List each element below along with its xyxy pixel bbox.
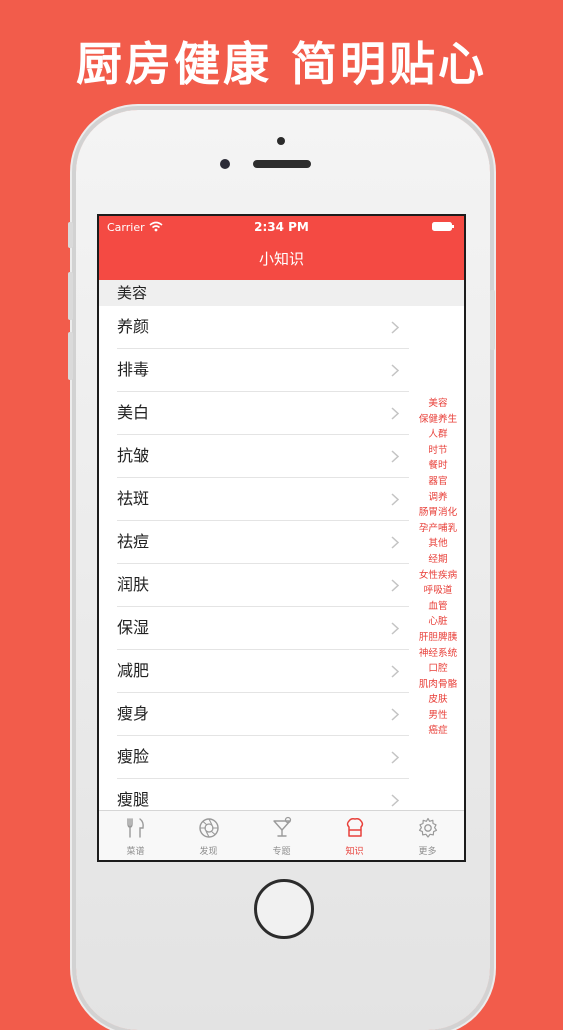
- list-item-label: 瘦身: [117, 704, 150, 723]
- power-button: [490, 290, 495, 350]
- list-item-label: 祛痘: [117, 532, 150, 551]
- tab-label: 专题: [272, 847, 291, 857]
- list-item[interactable]: 保湿: [117, 607, 409, 650]
- gear-icon: [418, 817, 437, 838]
- aperture-icon: [198, 818, 219, 838]
- earpiece-speaker: [253, 160, 311, 168]
- cocktail-icon: [272, 816, 291, 837]
- promo-headline: 厨房健康 简明贴心: [75, 37, 487, 91]
- chevron-right-icon: [391, 665, 399, 678]
- list-item[interactable]: 排毒: [117, 349, 409, 392]
- chevron-right-icon: [391, 493, 399, 506]
- list-item-label: 美白: [117, 403, 150, 422]
- index-item[interactable]: 男性: [428, 708, 447, 724]
- list-item-label: 排毒: [117, 360, 150, 379]
- chevron-right-icon: [391, 536, 399, 549]
- index-item[interactable]: 其他: [428, 536, 447, 552]
- index-item[interactable]: 心脏: [428, 614, 447, 630]
- index-item[interactable]: 口腔: [428, 661, 447, 677]
- index-item[interactable]: 癌症: [428, 723, 447, 739]
- index-item[interactable]: 肠胃消化: [419, 505, 457, 521]
- index-item[interactable]: 皮肤: [428, 692, 447, 708]
- phone-frame: Carrier 2:34 PM 小知识 美容 养颜 排毒 美白 抗皱 祛斑 祛痘…: [68, 110, 495, 1030]
- index-item[interactable]: 肌肉骨骼: [419, 677, 457, 693]
- app-screen: Carrier 2:34 PM 小知识 美容 养颜 排毒 美白 抗皱 祛斑 祛痘…: [97, 214, 466, 862]
- tab-discover[interactable]: 发现: [172, 811, 245, 860]
- list-item[interactable]: 瘦身: [117, 693, 409, 736]
- status-time: 2:34 PM: [254, 220, 309, 234]
- tab-label: 发现: [199, 847, 218, 857]
- chevron-right-icon: [391, 364, 399, 377]
- list-item-label: 瘦脸: [117, 747, 150, 766]
- index-item[interactable]: 血管: [428, 599, 447, 615]
- chevron-right-icon: [391, 450, 399, 463]
- tab-more[interactable]: 更多: [391, 811, 464, 860]
- list-item[interactable]: 瘦脸: [117, 736, 409, 779]
- chevron-right-icon: [391, 708, 399, 721]
- list-item-label: 祛斑: [117, 489, 150, 508]
- mute-switch: [68, 222, 73, 248]
- volume-up-button: [68, 272, 73, 320]
- list-item-label: 润肤: [117, 575, 150, 594]
- index-item[interactable]: 保健养生: [419, 412, 457, 428]
- list-item-label: 保湿: [117, 618, 150, 637]
- chevron-right-icon: [391, 751, 399, 764]
- list-item[interactable]: 减肥: [117, 650, 409, 693]
- proximity-sensor: [277, 137, 285, 145]
- index-item[interactable]: 孕产哺乳: [419, 521, 457, 537]
- front-camera: [220, 159, 230, 169]
- tab-topics[interactable]: 专题: [245, 811, 318, 860]
- list-item[interactable]: 祛斑: [117, 478, 409, 521]
- battery-icon: [432, 222, 454, 231]
- list-item-label: 抗皱: [117, 446, 150, 465]
- chevron-right-icon: [391, 407, 399, 420]
- index-item[interactable]: 器官: [428, 474, 447, 490]
- list-item-label: 养颜: [117, 317, 150, 336]
- chevron-right-icon: [391, 579, 399, 592]
- list-item-label: 减肥: [117, 661, 150, 680]
- tab-label: 知识: [345, 847, 364, 857]
- chef-hat-icon: [346, 818, 363, 837]
- chevron-right-icon: [391, 622, 399, 635]
- list-item[interactable]: 抗皱: [117, 435, 409, 478]
- section-title: 美容: [117, 284, 148, 302]
- index-item[interactable]: 美容: [428, 396, 447, 412]
- chevron-right-icon: [391, 321, 399, 334]
- chevron-right-icon: [391, 794, 399, 807]
- index-item[interactable]: 经期: [428, 552, 447, 568]
- index-item[interactable]: 女性疾病: [419, 568, 457, 584]
- volume-down-button: [68, 332, 73, 380]
- navigation-bar: Carrier 2:34 PM 小知识: [99, 216, 464, 280]
- tab-bar: 菜谱 发现 专题 知识 更多: [99, 810, 464, 860]
- tab-label: 菜谱: [126, 847, 145, 857]
- tab-recipes[interactable]: 菜谱: [99, 811, 172, 860]
- list-item[interactable]: 祛痘: [117, 521, 409, 564]
- section-header: 美容: [99, 280, 464, 306]
- list-item[interactable]: 美白: [117, 392, 409, 435]
- index-item[interactable]: 餐时: [428, 458, 447, 474]
- index-item[interactable]: 调养: [428, 490, 447, 506]
- list-item[interactable]: 养颜: [117, 306, 409, 349]
- index-item[interactable]: 肝胆脾胰: [419, 630, 457, 646]
- section-index: 美容 保健养生 人群 时节 餐时 器官 调养 肠胃消化 孕产哺乳 其他 经期 女…: [413, 396, 463, 739]
- index-item[interactable]: 时节: [428, 443, 447, 459]
- fork-knife-icon: [126, 818, 144, 838]
- index-item[interactable]: 呼吸道: [424, 583, 453, 599]
- home-button[interactable]: [254, 879, 314, 939]
- knowledge-list: 养颜 排毒 美白 抗皱 祛斑 祛痘 润肤 保湿 减肥 瘦身 瘦脸 瘦腿: [99, 306, 409, 822]
- index-item[interactable]: 人群: [428, 427, 447, 443]
- page-title: 小知识: [258, 250, 304, 268]
- tab-knowledge[interactable]: 知识: [318, 811, 391, 860]
- tab-label: 更多: [418, 847, 437, 857]
- list-item[interactable]: 润肤: [117, 564, 409, 607]
- index-item[interactable]: 神经系统: [419, 646, 457, 662]
